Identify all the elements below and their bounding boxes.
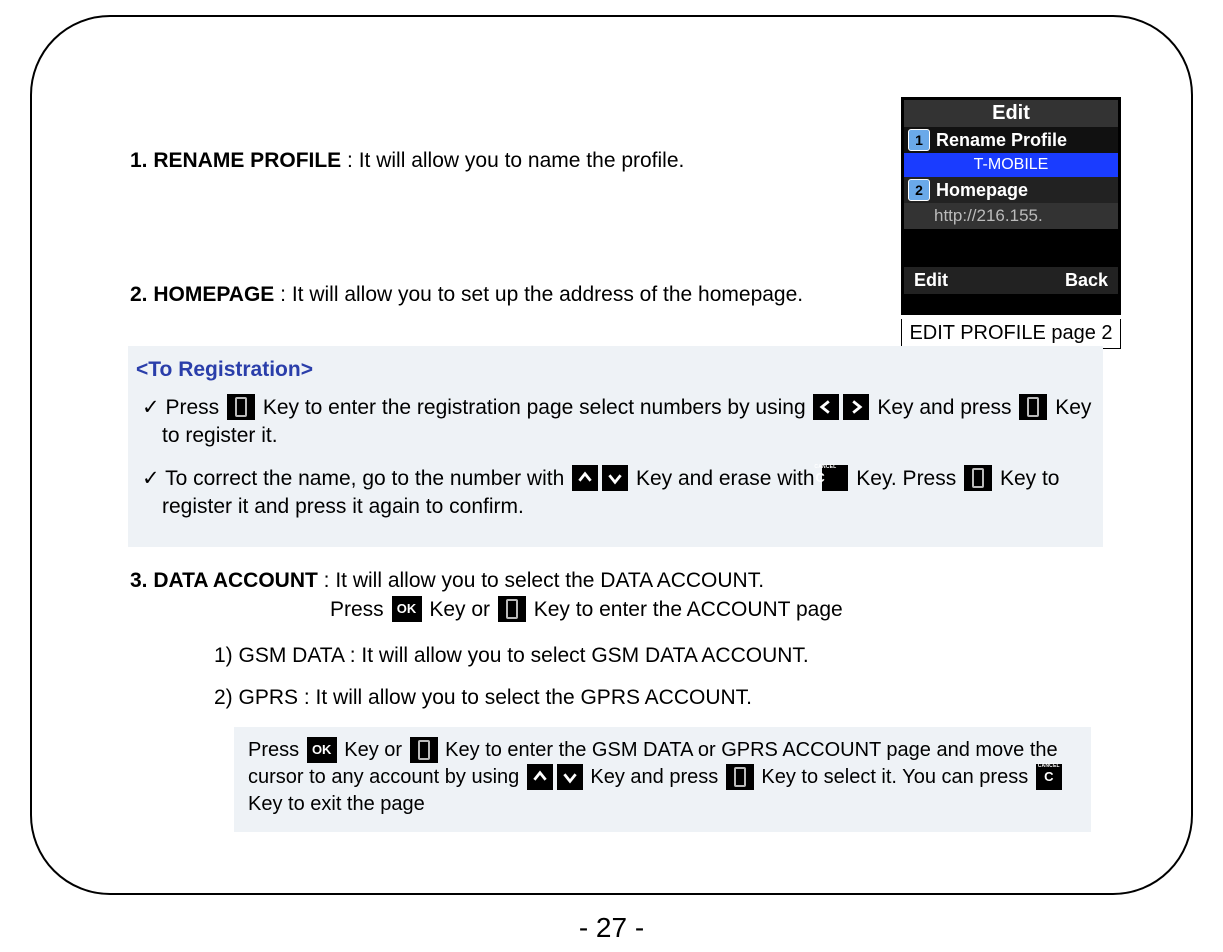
ok-key-icon: OK <box>307 737 337 763</box>
softkey-icon <box>227 394 255 420</box>
registration-step-2: To correct the name, go to the number wi… <box>142 465 1095 522</box>
note-f: Key to exit the page <box>248 793 425 815</box>
section-1-text: : It will allow you to name the profile. <box>341 149 684 172</box>
note-b: Key or <box>344 739 407 761</box>
note-a: Press <box>248 739 299 761</box>
section-data-account: 3. DATA ACCOUNT : It will allow you to s… <box>130 567 1101 831</box>
section-3-text: : It will allow you to select the DATA A… <box>318 569 764 592</box>
s3-sub-b: Key or <box>429 598 496 621</box>
reg2-text-b: Key and erase with <box>636 467 815 490</box>
sub-gprs: 2) GPRS : It will allow you to select th… <box>214 684 1101 712</box>
ok-key-icon: OK <box>392 596 422 622</box>
section-rename-profile: 1. RENAME PROFILE : It will allow you to… <box>130 147 880 175</box>
softkey-icon <box>498 596 526 622</box>
right-arrow-key-icon <box>843 394 869 420</box>
section-2-heading: 2. HOMEPAGE <box>130 283 274 306</box>
section-2-text: : It will allow you to set up the addres… <box>274 283 803 306</box>
registration-title: <To Registration> <box>136 356 1095 384</box>
reg1-text-a: Press <box>165 396 219 419</box>
reg2-text-c: Key. Press <box>856 467 956 490</box>
data-account-subitems: 1) GSM DATA : It will allow you to selec… <box>214 642 1101 832</box>
up-arrow-key-icon <box>572 465 598 491</box>
note-e: Key to select it. You can press <box>761 766 1028 788</box>
data-account-note: Press OK Key or Key to enter the GSM DAT… <box>234 727 1091 832</box>
section-1-heading: 1. RENAME PROFILE <box>130 149 341 172</box>
softkey-icon <box>410 737 438 763</box>
down-arrow-key-icon <box>602 465 628 491</box>
cancel-key-icon: CANCELC <box>1036 764 1062 790</box>
softkey-icon <box>964 465 992 491</box>
softkey-icon <box>726 764 754 790</box>
up-arrow-key-icon <box>527 764 553 790</box>
s3-sub-c: Key to enter the ACCOUNT page <box>534 598 843 621</box>
section-3-subline: Press OK Key or Key to enter the ACCOUNT… <box>330 596 1030 624</box>
page-number: - 27 - <box>0 912 1223 944</box>
reg1-text-b: Key to enter the registration page selec… <box>263 396 806 419</box>
registration-step-1: Press Key to enter the registration page… <box>142 394 1095 451</box>
page-body: 1. RENAME PROFILE : It will allow you to… <box>130 147 1101 832</box>
cancel-key-icon: CANCELC <box>822 465 848 491</box>
sub-gsm-data: 1) GSM DATA : It will allow you to selec… <box>214 642 1101 670</box>
reg1-text-c: Key and press <box>877 396 1011 419</box>
down-arrow-key-icon <box>557 764 583 790</box>
page-frame: Edit 1 Rename Profile T-MOBILE 2 Homepag… <box>30 15 1193 895</box>
registration-box: <To Registration> Press Key to enter the… <box>128 346 1103 548</box>
section-3-heading: 3. DATA ACCOUNT <box>130 569 318 592</box>
section-homepage: 2. HOMEPAGE : It will allow you to set u… <box>130 281 920 309</box>
phone-title: Edit <box>904 100 1118 127</box>
s3-sub-a: Press <box>330 598 390 621</box>
left-arrow-key-icon <box>813 394 839 420</box>
softkey-icon <box>1019 394 1047 420</box>
note-d: Key and press <box>590 766 723 788</box>
reg2-text-a: To correct the name, go to the number wi… <box>165 467 564 490</box>
